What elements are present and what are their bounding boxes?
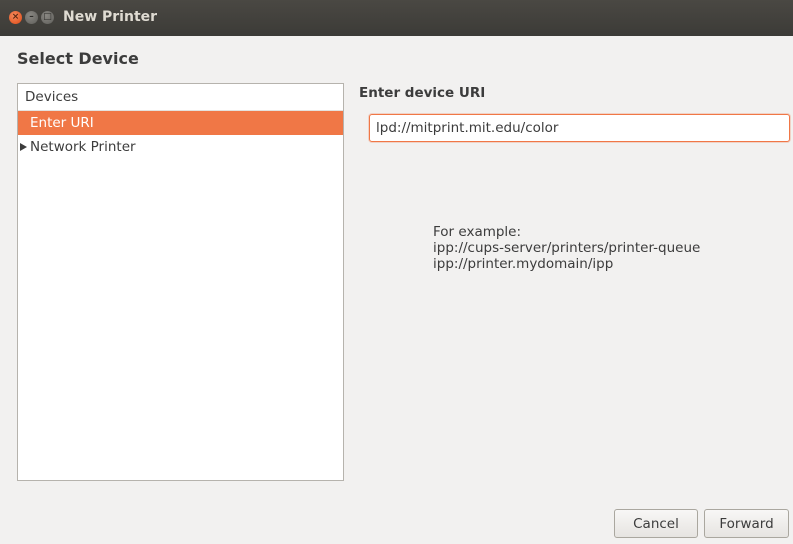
close-icon[interactable]: ×: [9, 11, 22, 24]
uri-heading: Enter device URI: [359, 85, 486, 101]
maximize-icon[interactable]: □: [41, 11, 54, 24]
device-list-header[interactable]: Devices: [18, 84, 343, 111]
new-printer-window: × – □ New Printer Select Device Devices …: [0, 0, 793, 544]
page-title: Select Device: [17, 49, 139, 68]
minimize-icon[interactable]: –: [25, 11, 38, 24]
forward-button[interactable]: Forward: [704, 509, 789, 538]
example-label: For example:: [433, 224, 522, 240]
cancel-button[interactable]: Cancel: [614, 509, 698, 538]
device-list: Devices Enter URI Network Printer: [17, 83, 344, 481]
example-line: ipp://cups-server/printers/printer-queue: [433, 240, 701, 256]
device-item-enter-uri[interactable]: Enter URI: [18, 111, 343, 135]
window-title: New Printer: [63, 9, 158, 25]
title-bar: × – □ New Printer: [0, 0, 793, 36]
expander-triangle-icon[interactable]: [20, 143, 27, 151]
uri-example: For example: ipp://cups-server/printers/…: [433, 224, 700, 272]
device-item-label: Network Printer: [30, 139, 136, 155]
device-uri-input[interactable]: [369, 114, 790, 142]
example-line: ipp://printer.mydomain/ipp: [433, 256, 614, 272]
device-item-network-printer[interactable]: Network Printer: [18, 135, 343, 159]
device-item-label: Enter URI: [30, 115, 94, 131]
